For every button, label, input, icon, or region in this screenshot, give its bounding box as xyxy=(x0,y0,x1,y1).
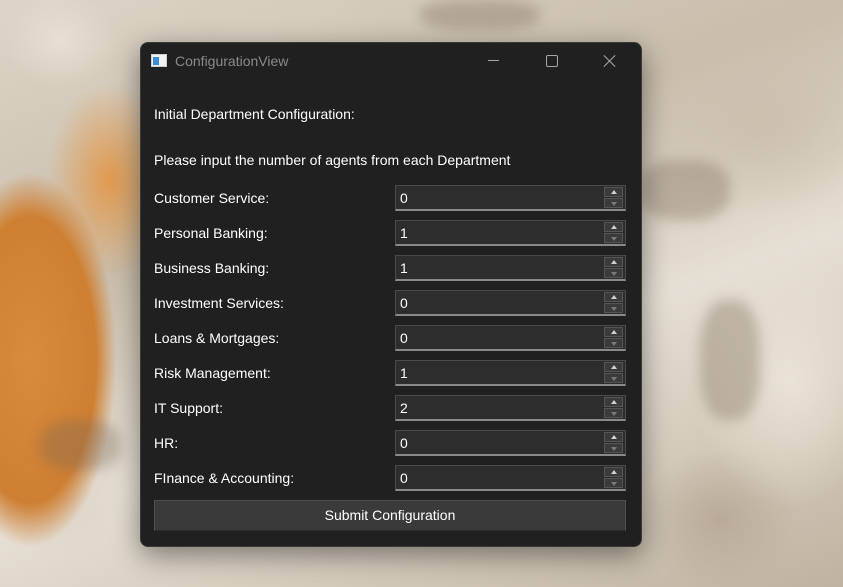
loans-mortgages-spinbox[interactable]: 0 xyxy=(395,325,626,351)
arrow-up-icon xyxy=(611,330,617,334)
department-row-personal-banking: Personal Banking: 1 xyxy=(141,219,641,247)
close-button[interactable] xyxy=(581,43,639,79)
increment-button[interactable] xyxy=(604,397,623,407)
hr-spinbox[interactable]: 0 xyxy=(395,430,626,456)
increment-button[interactable] xyxy=(604,257,623,267)
decrement-button[interactable] xyxy=(604,198,623,208)
department-row-it-support: IT Support: 2 xyxy=(141,394,641,422)
minimize-icon xyxy=(488,60,499,61)
decrement-button[interactable] xyxy=(604,373,623,383)
wallpaper-shading xyxy=(700,300,760,420)
investment-services-spinbox[interactable]: 0 xyxy=(395,290,626,316)
configuration-window: ConfigurationView Initial Department Con… xyxy=(140,42,642,547)
spinbox-value[interactable]: 0 xyxy=(400,435,408,451)
department-label: IT Support: xyxy=(154,400,224,416)
increment-button[interactable] xyxy=(604,222,623,232)
arrow-down-icon xyxy=(611,482,617,486)
arrow-up-icon xyxy=(611,365,617,369)
close-icon xyxy=(603,54,617,68)
decrement-button[interactable] xyxy=(604,443,623,453)
arrow-up-icon xyxy=(611,260,617,264)
increment-button[interactable] xyxy=(604,362,623,372)
department-row-risk-management: Risk Management: 1 xyxy=(141,359,641,387)
arrow-down-icon xyxy=(611,447,617,451)
arrow-down-icon xyxy=(611,412,617,416)
arrow-down-icon xyxy=(611,272,617,276)
arrow-down-icon xyxy=(611,377,617,381)
increment-button[interactable] xyxy=(604,327,623,337)
increment-button[interactable] xyxy=(604,432,623,442)
department-row-business-banking: Business Banking: 1 xyxy=(141,254,641,282)
decrement-button[interactable] xyxy=(604,268,623,278)
spinbox-value[interactable]: 0 xyxy=(400,190,408,206)
wallpaper-shading xyxy=(640,160,730,220)
department-row-finance-accounting: FInance & Accounting: 0 xyxy=(141,464,641,492)
arrow-up-icon xyxy=(611,225,617,229)
department-row-investment-services: Investment Services: 0 xyxy=(141,289,641,317)
spinbox-value[interactable]: 0 xyxy=(400,330,408,346)
department-label: Customer Service: xyxy=(154,190,270,206)
minimize-button[interactable] xyxy=(465,43,523,79)
department-row-hr: HR: 0 xyxy=(141,429,641,457)
title-bar[interactable]: ConfigurationView xyxy=(141,43,641,79)
wallpaper-shading xyxy=(420,0,540,30)
spinbox-value[interactable]: 0 xyxy=(400,470,408,486)
window-title: ConfigurationView xyxy=(175,53,289,69)
decrement-button[interactable] xyxy=(604,408,623,418)
app-window-icon xyxy=(151,54,167,67)
arrow-up-icon xyxy=(611,295,617,299)
decrement-button[interactable] xyxy=(604,478,623,488)
department-label: HR: xyxy=(154,435,179,451)
spinbox-value[interactable]: 0 xyxy=(400,295,408,311)
department-label: Risk Management: xyxy=(154,365,271,381)
department-label: Business Banking: xyxy=(154,260,270,276)
department-label: Investment Services: xyxy=(154,295,284,311)
maximize-button[interactable] xyxy=(523,43,581,79)
department-label: FInance & Accounting: xyxy=(154,470,295,486)
decrement-button[interactable] xyxy=(604,303,623,313)
risk-management-spinbox[interactable]: 1 xyxy=(395,360,626,386)
customer-service-spinbox[interactable]: 0 xyxy=(395,185,626,211)
department-row-loans-mortgages: Loans & Mortgages: 0 xyxy=(141,324,641,352)
department-row-customer-service: Customer Service: 0 xyxy=(141,184,641,212)
department-label: Personal Banking: xyxy=(154,225,268,241)
decrement-button[interactable] xyxy=(604,338,623,348)
spinbox-value[interactable]: 1 xyxy=(400,225,408,241)
decrement-button[interactable] xyxy=(604,233,623,243)
finance-accounting-spinbox[interactable]: 0 xyxy=(395,465,626,491)
arrow-down-icon xyxy=(611,307,617,311)
spinbox-value[interactable]: 2 xyxy=(400,400,408,416)
personal-banking-spinbox[interactable]: 1 xyxy=(395,220,626,246)
configuration-heading: Initial Department Configuration: xyxy=(154,106,355,122)
instructions-text: Please input the number of agents from e… xyxy=(154,152,511,168)
maximize-icon xyxy=(546,55,558,67)
arrow-up-icon xyxy=(611,435,617,439)
it-support-spinbox[interactable]: 2 xyxy=(395,395,626,421)
department-label: Loans & Mortgages: xyxy=(154,330,280,346)
arrow-down-icon xyxy=(611,202,617,206)
submit-configuration-button[interactable]: Submit Configuration xyxy=(154,500,626,531)
increment-button[interactable] xyxy=(604,467,623,477)
arrow-down-icon xyxy=(611,342,617,346)
business-banking-spinbox[interactable]: 1 xyxy=(395,255,626,281)
arrow-up-icon xyxy=(611,470,617,474)
increment-button[interactable] xyxy=(604,292,623,302)
spinbox-value[interactable]: 1 xyxy=(400,260,408,276)
arrow-up-icon xyxy=(611,400,617,404)
arrow-down-icon xyxy=(611,237,617,241)
wallpaper-shading xyxy=(40,420,120,470)
increment-button[interactable] xyxy=(604,187,623,197)
arrow-up-icon xyxy=(611,190,617,194)
spinbox-value[interactable]: 1 xyxy=(400,365,408,381)
